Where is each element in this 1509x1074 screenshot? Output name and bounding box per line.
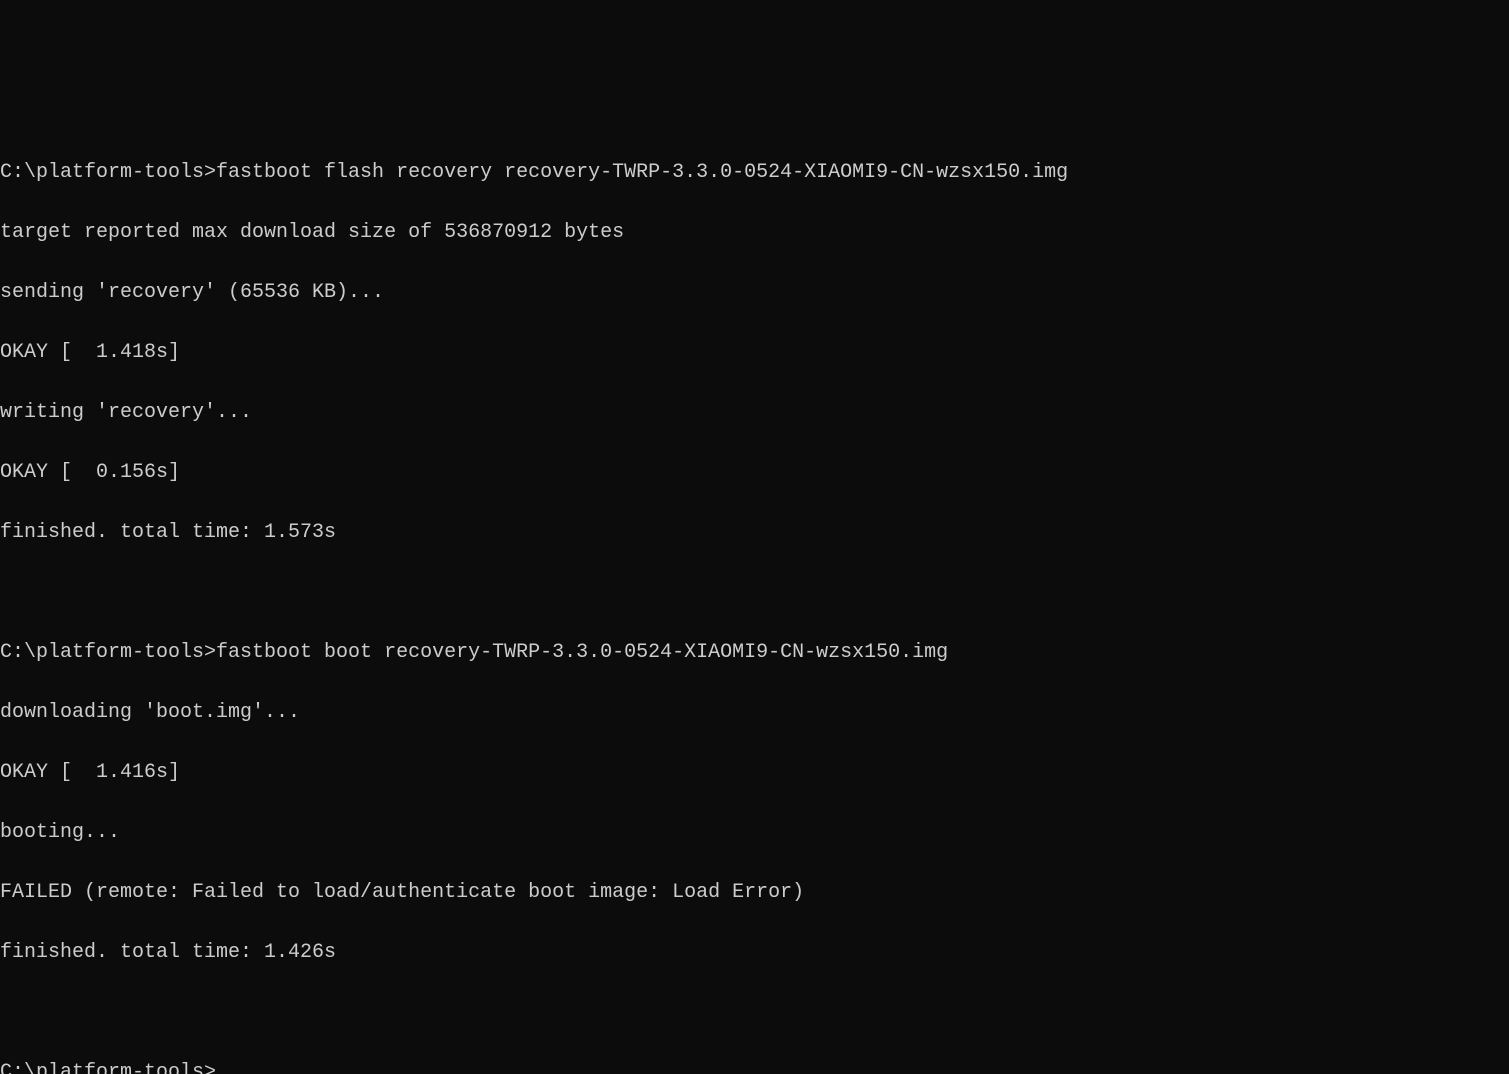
terminal-line: OKAY [ 1.418s]: [0, 338, 1509, 368]
terminal-blank-line: [0, 578, 1509, 608]
terminal-line: OKAY [ 1.416s]: [0, 758, 1509, 788]
terminal-output[interactable]: C:\platform-tools>fastboot flash recover…: [0, 128, 1509, 1074]
terminal-line: booting...: [0, 818, 1509, 848]
terminal-line: writing 'recovery'...: [0, 398, 1509, 428]
terminal-line: FAILED (remote: Failed to load/authentic…: [0, 878, 1509, 908]
terminal-line: finished. total time: 1.573s: [0, 518, 1509, 548]
terminal-line: C:\platform-tools>fastboot flash recover…: [0, 158, 1509, 188]
terminal-prompt[interactable]: C:\platform-tools>: [0, 1058, 1509, 1074]
terminal-line: sending 'recovery' (65536 KB)...: [0, 278, 1509, 308]
terminal-line: downloading 'boot.img'...: [0, 698, 1509, 728]
terminal-line: target reported max download size of 536…: [0, 218, 1509, 248]
terminal-line: C:\platform-tools>fastboot boot recovery…: [0, 638, 1509, 668]
terminal-blank-line: [0, 998, 1509, 1028]
terminal-line: finished. total time: 1.426s: [0, 938, 1509, 968]
terminal-line: OKAY [ 0.156s]: [0, 458, 1509, 488]
